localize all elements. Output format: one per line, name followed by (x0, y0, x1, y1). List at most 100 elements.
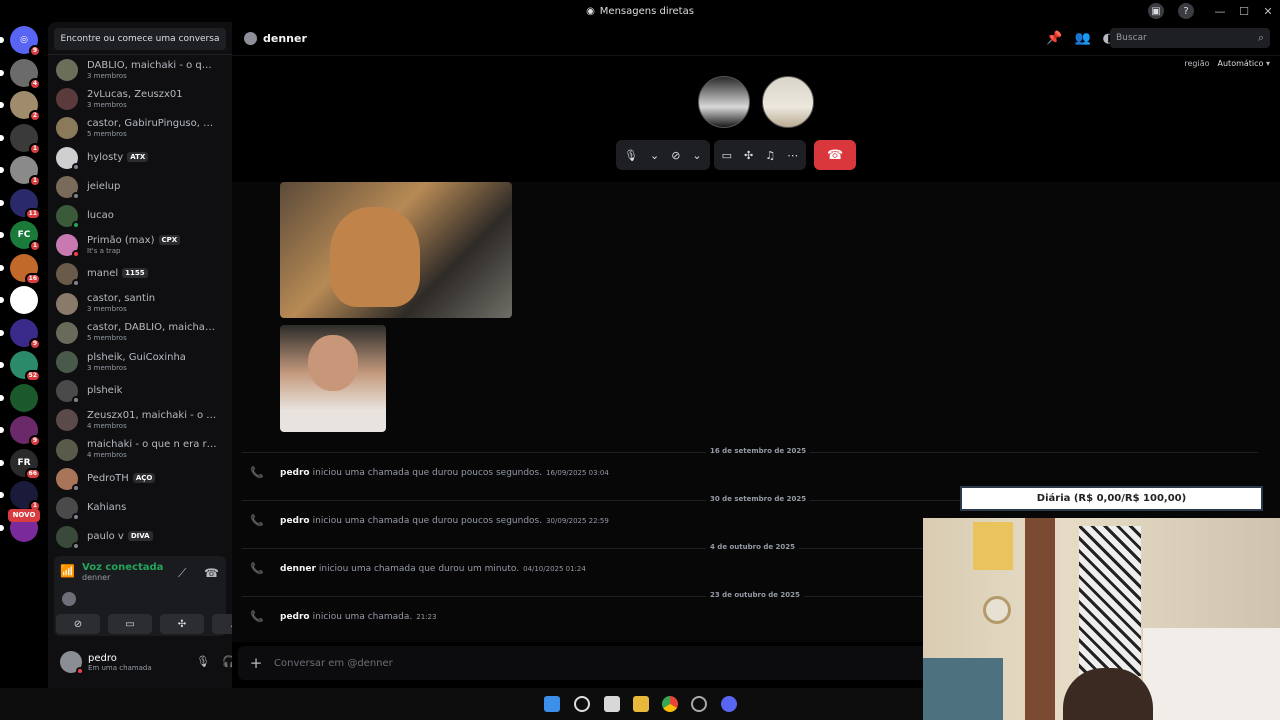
dm-item[interactable]: castor, GabiruPinguso, m... 5 membros (56, 114, 226, 142)
chevron-down-icon[interactable]: ⌄ (650, 149, 659, 162)
add-attachment-icon[interactable]: + (238, 654, 274, 672)
message-text: iniciou uma chamada que durou poucos seg… (312, 515, 543, 526)
server-icon[interactable]: 2 (0, 91, 41, 122)
dm-item[interactable]: hylosty ATX (56, 144, 226, 172)
status-dot (72, 483, 80, 492)
dm-item[interactable]: 2vLucas, Zeuszx01 3 membros (56, 85, 226, 113)
message-timestamp: 30/09/2025 22:59 (546, 516, 609, 525)
server-icon[interactable] (0, 286, 38, 314)
dm-item[interactable]: manel 1155 (56, 260, 226, 288)
share-screen-icon[interactable]: ▭ (722, 149, 732, 162)
mention-badge: 9 (28, 337, 41, 350)
dm-item[interactable]: DABLIO, maichaki - o que ... 3 membros (56, 56, 226, 84)
server-icon[interactable]: 1 (0, 156, 41, 187)
region-value[interactable]: Automático (1218, 59, 1264, 68)
dm-item[interactable]: PedroTH AÇO (56, 465, 226, 493)
search-icon[interactable] (574, 696, 590, 712)
channel-avatar[interactable] (244, 32, 257, 45)
dm-item[interactable]: paulo v DIVA (56, 523, 226, 551)
dm-item[interactable]: jeielup (56, 173, 226, 201)
voice-participant-avatar[interactable] (62, 592, 76, 606)
signal-icon[interactable]: 📶 (60, 564, 76, 580)
server-icon[interactable]: 9 (0, 318, 41, 350)
file-explorer-icon[interactable] (633, 696, 649, 712)
dm-item[interactable]: Kahians (56, 494, 226, 522)
server-icon[interactable]: 4 (0, 58, 41, 90)
dm-subtitle: 3 membros (87, 305, 127, 314)
server-icon[interactable]: 11 (0, 188, 41, 220)
close-button[interactable]: ✕ (1256, 5, 1280, 18)
minimize-button[interactable]: — (1208, 5, 1232, 18)
dm-search-button[interactable]: Encontre ou comece uma conversa (54, 28, 226, 50)
server-icon[interactable]: FC 1 (0, 221, 41, 252)
soundboard-icon[interactable]: ♫ (765, 149, 775, 162)
dm-subtitle: 4 membros (87, 421, 127, 430)
app-icon[interactable] (691, 696, 707, 712)
dm-name: hylosty (87, 151, 124, 163)
dm-item[interactable]: plsheik, GuiCoxinha 3 membros (56, 348, 226, 376)
inbox-icon[interactable]: ▣ (1148, 3, 1164, 19)
camera-button[interactable]: ⊘ (56, 614, 100, 634)
call-participant-avatar[interactable] (762, 76, 814, 128)
server-icon[interactable]: 1 (0, 123, 41, 155)
message-composer[interactable]: + Conversar em @denner (238, 646, 958, 680)
mic-icon[interactable]: 🎙 (196, 655, 210, 668)
hang-up-button[interactable]: ☎ (814, 140, 857, 170)
dm-item[interactable]: castor, DABLIO, maichaki ... 5 membros (56, 319, 226, 347)
mic-icon[interactable]: 🎙 (624, 149, 638, 162)
dm-item[interactable]: plsheik (56, 377, 226, 405)
voice-status[interactable]: Voz conectada (82, 562, 163, 573)
dm-item[interactable]: Primão (max) CPX It's a trap (56, 231, 226, 259)
dm-item[interactable]: maichaki - o que n era rui... 4 membros (56, 436, 226, 464)
server-icon[interactable] (0, 383, 38, 412)
message-author[interactable]: pedro (280, 468, 310, 478)
message-timestamp: 04/10/2025 01:24 (523, 564, 586, 573)
region-selector[interactable]: região Automático ▾ (1184, 59, 1270, 68)
call-participant-avatar[interactable] (698, 76, 750, 128)
server-icon[interactable]: 9 (0, 416, 41, 447)
camera-off-icon[interactable]: ⊘ (671, 149, 680, 162)
message-author[interactable]: pedro (280, 516, 310, 526)
dm-item[interactable]: castor, santin 3 membros (56, 290, 226, 318)
message-image[interactable] (280, 325, 386, 432)
chevron-down-icon[interactable]: ⌄ (692, 149, 701, 162)
activities-button[interactable]: ✣ (160, 614, 204, 634)
status-dot (72, 221, 80, 229)
unread-indicator (0, 232, 4, 238)
message-author[interactable]: pedro (280, 612, 310, 622)
dm-subtitle: 3 membros (87, 100, 127, 109)
help-icon[interactable]: ? (1178, 3, 1194, 19)
dm-item[interactable]: Zeuszx01, maichaki - o qu... 4 membros (56, 406, 226, 434)
mention-badge: 1 (28, 142, 41, 155)
add-friends-icon[interactable]: 👥 (1074, 31, 1090, 46)
server-icon[interactable]: 52 (0, 351, 41, 382)
server-icon[interactable]: FR 66 (0, 448, 41, 480)
maximize-button[interactable]: ☐ (1232, 5, 1256, 18)
discord-taskbar-icon[interactable] (721, 696, 737, 712)
activities-icon[interactable]: ✣ (744, 149, 753, 162)
user-avatar[interactable] (60, 651, 84, 675)
search-input[interactable]: Buscar ⌕ (1110, 28, 1270, 48)
task-view-icon[interactable] (604, 696, 620, 712)
composer-placeholder[interactable]: Conversar em @denner (274, 658, 393, 669)
start-icon[interactable] (544, 696, 560, 712)
dm-subtitle: 3 membros (87, 71, 127, 80)
chrome-icon[interactable] (662, 696, 678, 712)
noise-suppression-icon[interactable]: ⟋ (178, 566, 186, 581)
dm-name: Zeuszx01, maichaki - o qu... (87, 409, 217, 421)
message-author[interactable]: denner (280, 564, 316, 574)
dm-subtitle: 5 membros (87, 334, 127, 343)
message-image[interactable] (280, 182, 512, 318)
more-options-icon[interactable]: ⋯ (787, 149, 798, 162)
dm-item[interactable]: lucao (56, 202, 226, 230)
server-icon[interactable]: 1 (0, 481, 41, 512)
share-screen-button[interactable]: ▭ (108, 614, 152, 634)
unread-indicator (0, 102, 4, 108)
mic-control[interactable]: 🎙 ⌄ ⊘ ⌄ (616, 140, 710, 170)
disconnect-icon[interactable]: ☎ (204, 566, 219, 580)
server-icon[interactable]: ◎ 9 (0, 26, 41, 57)
voice-channel[interactable]: denner (82, 573, 163, 582)
pin-icon[interactable]: 📌 (1046, 31, 1062, 46)
server-icon[interactable]: 16 (0, 253, 41, 285)
channel-name[interactable]: denner (263, 32, 307, 45)
